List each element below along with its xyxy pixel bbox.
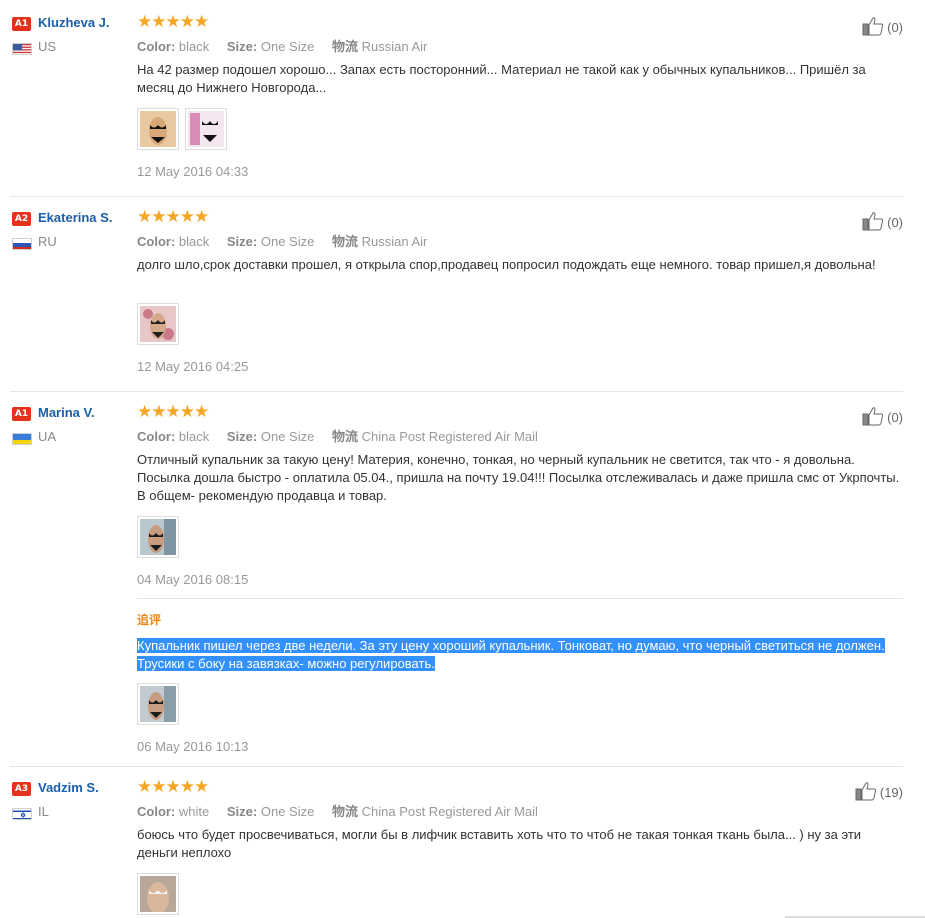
review-date: 04 May 2016 08:15 [137,572,249,587]
review-photo-thumbnail[interactable] [137,303,179,345]
shipping-label: 物流 [331,234,358,249]
review-photos [137,873,179,915]
buyer-level-badge: A1 [12,17,31,31]
thumbs-up-icon [862,16,884,39]
size-label: Size: [226,804,258,819]
shipping-label: 物流 [331,39,358,54]
selected-text: Купальник пишел через две недели. За эту… [137,638,885,671]
color-value: black [178,234,210,249]
order-attributes: Color: black Size: One Size 物流 Russian A… [137,36,441,55]
il-flag-icon [12,808,32,820]
size-label: Size: [226,234,258,249]
reviewer-name-link[interactable]: Kluzheva J. [38,15,110,30]
review-date: 12 May 2016 04:25 [137,359,249,374]
additional-feedback-divider [137,598,903,599]
reviewer-name-link[interactable]: Marina V. [38,405,95,420]
review-divider [10,766,903,767]
review-divider [10,391,903,392]
review-text: долго шло,срок доставки прошел, я открыл… [137,257,876,272]
helpful-count: (19) [879,785,903,800]
size-label: Size: [226,39,258,54]
helpful-count: (0) [887,410,903,425]
us-flag-icon [12,43,32,55]
review-photo-thumbnail[interactable] [185,108,227,150]
shipping-value: China Post Registered Air Mail [361,804,538,819]
additional-feedback-text: Купальник пишел через две недели. За эту… [137,637,903,673]
color-label: Color: [137,39,176,54]
review-photos [137,303,179,345]
reviewer-name-link[interactable]: Ekaterina S. [38,210,112,225]
review-divider [10,196,903,197]
color-label: Color: [137,429,176,444]
additional-feedback-photos [137,683,179,725]
size-value: One Size [260,234,315,249]
shipping-value: China Post Registered Air Mail [361,429,538,444]
review-text: На 42 размер подошел хорошо... Запах ест… [137,62,866,95]
review-text: Отличный купальник за такую цену! Матери… [137,452,900,503]
buyer-level-badge: A1 [12,407,31,421]
star-rating: ★★★★★ [137,207,209,226]
color-value: black [178,429,210,444]
color-value: white [178,804,210,819]
helpful-count: (0) [887,215,903,230]
star-rating: ★★★★★ [137,12,209,31]
reviewer-country: RU [38,234,57,249]
order-attributes: Color: white Size: One Size 物流 China Pos… [137,801,552,820]
review-photo-thumbnail[interactable] [137,873,179,915]
thumbs-up-icon [855,781,877,804]
shipping-value: Russian Air [361,234,428,249]
thumbs-up-icon [862,211,884,234]
additional-feedback-date: 06 May 2016 10:13 [137,739,249,754]
review-text: боюсь что будет просвечиваться, могли бы… [137,827,862,860]
helpful-button[interactable]: (19) [855,781,903,804]
size-value: One Size [260,39,315,54]
review-photo-thumbnail[interactable] [137,516,179,558]
helpful-button[interactable]: (0) [862,16,903,39]
review-photos [137,516,179,558]
size-label: Size: [226,429,258,444]
review-date: 12 May 2016 04:33 [137,164,249,179]
order-attributes: Color: black Size: One Size 物流 China Pos… [137,426,552,445]
shipping-value: Russian Air [361,39,428,54]
review-photos [137,108,227,150]
shipping-label: 物流 [331,804,358,819]
review-item: A1 Marina V. UA ★★★★★ Color: black Size:… [0,402,903,766]
thumbs-up-icon [862,406,884,429]
reviewer-country: IL [38,804,49,819]
review-item: A1 Kluzheva J. US ★★★★★ Color: black Siz… [0,12,903,196]
helpful-button[interactable]: (0) [862,211,903,234]
star-rating: ★★★★★ [137,402,209,421]
order-attributes: Color: black Size: One Size 物流 Russian A… [137,231,441,250]
reviewer-country: US [38,39,57,54]
buyer-level-badge: A2 [12,212,31,226]
size-value: One Size [260,804,315,819]
review-photo-thumbnail[interactable] [137,108,179,150]
review-item: A2 Ekaterina S. RU ★★★★★ Color: black Si… [0,207,903,391]
color-value: black [178,39,210,54]
reviewer-name-link[interactable]: Vadzim S. [38,780,99,795]
helpful-count: (0) [887,20,903,35]
size-value: One Size [260,429,315,444]
reviewer-country: UA [38,429,57,444]
shipping-label: 物流 [331,429,358,444]
color-label: Color: [137,804,176,819]
ru-flag-icon [12,238,32,250]
buyer-level-badge: A3 [12,782,31,796]
helpful-button[interactable]: (0) [862,406,903,429]
review-photo-thumbnail[interactable] [137,683,179,725]
review-item: A3 Vadzim S. IL ★★★★★ Color: white Size:… [0,777,903,918]
ua-flag-icon [12,433,32,445]
additional-feedback-label: 追评 [137,613,162,627]
star-rating: ★★★★★ [137,777,209,796]
color-label: Color: [137,234,176,249]
